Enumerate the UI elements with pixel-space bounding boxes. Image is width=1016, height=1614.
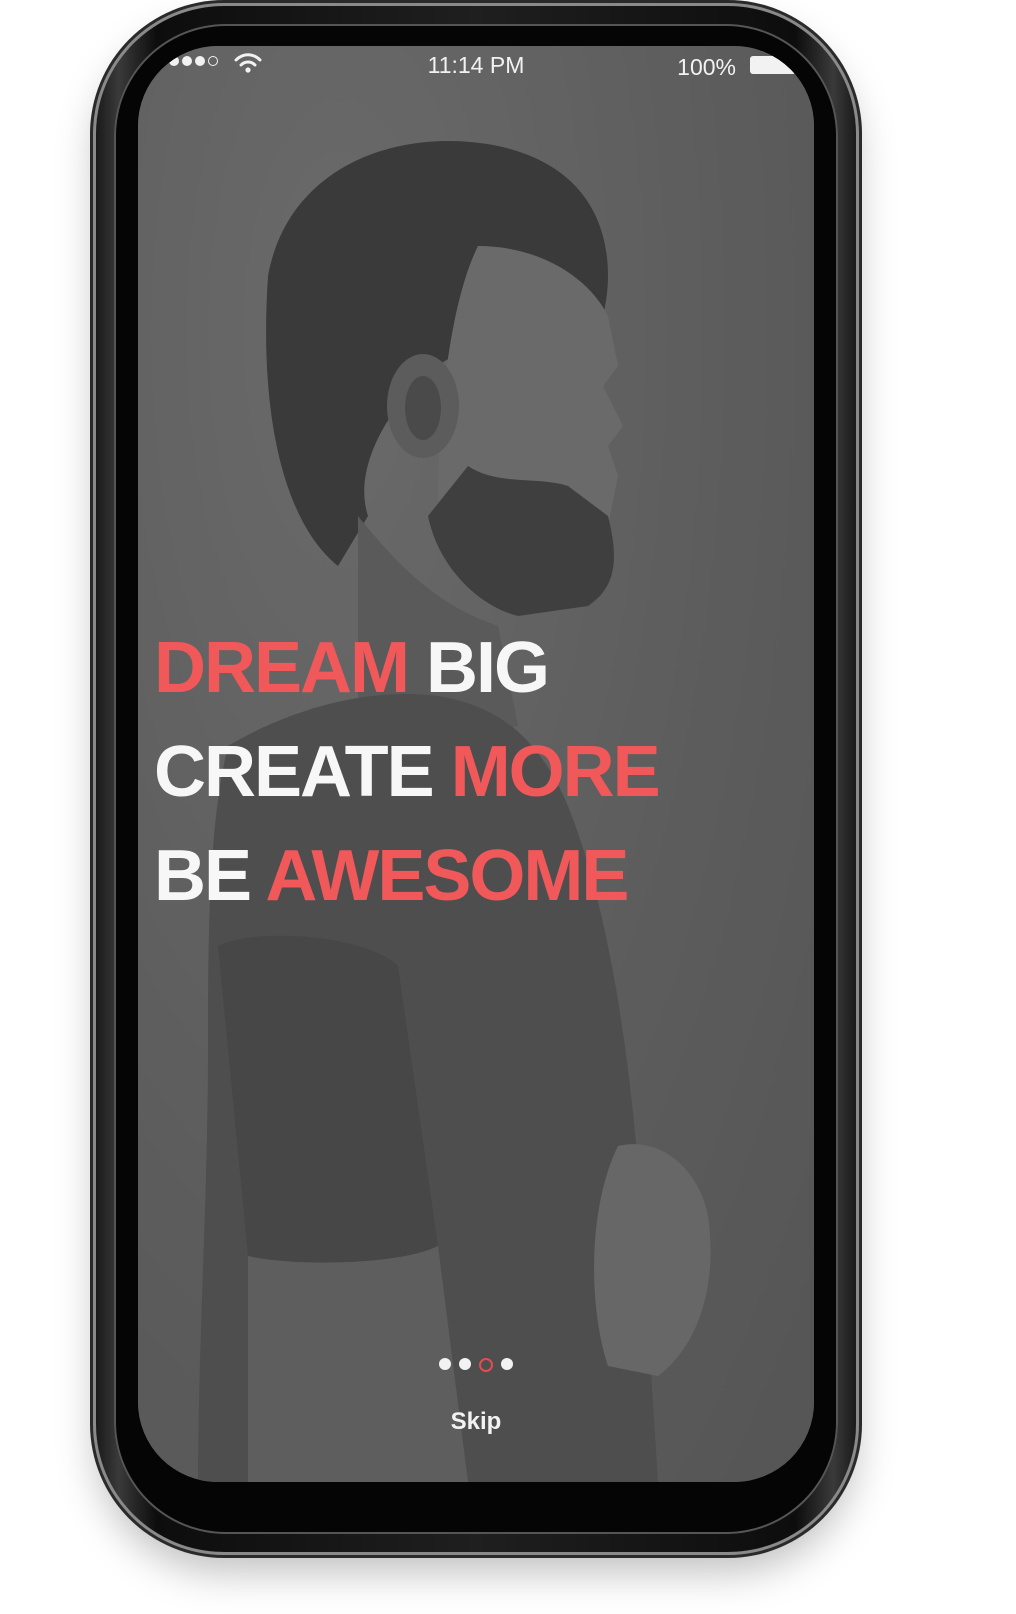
page-indicator[interactable] (138, 1358, 814, 1372)
page-dot-active[interactable] (479, 1358, 493, 1372)
battery-percentage: 100% (677, 54, 736, 80)
headline-word: BIG (426, 628, 550, 708)
headline-word: AWESOME (265, 836, 629, 916)
battery-icon (750, 56, 796, 74)
headline-line-1: DREAM BIG (154, 616, 659, 720)
headline-word: BE (154, 836, 252, 916)
onboarding-screen: 11:14 PM 100% DREAM BIG CREATE MORE BE A… (138, 46, 814, 1482)
status-bar: 11:14 PM 100% (138, 46, 814, 94)
skip-button[interactable]: Skip (138, 1408, 814, 1436)
page-dot[interactable] (501, 1358, 513, 1370)
page-dot[interactable] (459, 1358, 471, 1370)
onboarding-headline: DREAM BIG CREATE MORE BE AWESOME (154, 616, 661, 928)
page-dot[interactable] (439, 1358, 451, 1370)
mockup-stage: 11:14 PM 100% DREAM BIG CREATE MORE BE A… (0, 0, 1016, 1614)
headline-word: CREATE (154, 732, 435, 812)
headline-word: MORE (450, 732, 661, 812)
headline-line-2: CREATE MORE (154, 720, 661, 824)
headline-line-3: BE AWESOME (154, 824, 659, 928)
headline-word: DREAM (154, 628, 410, 708)
